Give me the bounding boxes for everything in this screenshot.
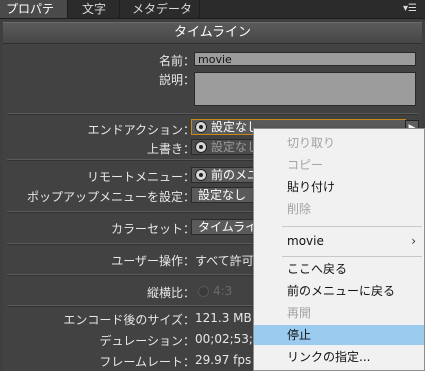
user-ops-value[interactable]: すべて許可	[195, 252, 254, 269]
tab-metadata-label: メタデータ	[132, 2, 193, 16]
end-action-value: 設定なし	[211, 120, 260, 134]
name-field[interactable]: movie	[194, 52, 416, 66]
aspect-label: 縦横比：	[146, 286, 195, 300]
color-set-value: タイムライン	[198, 220, 260, 234]
menu-item-paste[interactable]: 貼り付け	[254, 177, 424, 197]
duration-label: デュレーション：	[99, 334, 195, 348]
framerate-value: 29.97 fps	[195, 353, 252, 367]
user-ops-label: ユーザー操作：	[111, 254, 195, 268]
panel-tab-bar: プロパティ× 文字 メタデータ ▾☰	[0, 0, 425, 34]
chevron-right-icon: ›	[411, 234, 416, 248]
menu-item-movie[interactable]: movie ›	[254, 231, 424, 251]
tab-metadata[interactable]: メタデータ	[126, 0, 200, 18]
remote-menu-dropdown[interactable]: 前のメニュー	[191, 167, 261, 183]
color-set-label: カラーセット：	[110, 222, 195, 236]
menu-item-set-link[interactable]: リンクの指定...	[254, 347, 424, 367]
target-icon	[195, 168, 207, 181]
framerate-label: フレームレート：	[99, 355, 195, 369]
menu-separator	[282, 256, 422, 257]
target-icon	[195, 140, 207, 153]
menu-item-stop[interactable]: 停止	[254, 325, 424, 345]
menu-item-movie-label: movie	[287, 234, 324, 248]
menu-item-delete[interactable]: 削除	[254, 199, 424, 219]
encoded-size-value: 121.3 MB	[195, 311, 252, 325]
tab-properties[interactable]: プロパティ×	[0, 0, 68, 34]
description-field[interactable]	[194, 72, 416, 106]
menu-item-return-here[interactable]: ここへ戻る	[254, 259, 424, 279]
divider	[7, 113, 418, 115]
popup-menu-dropdown[interactable]: 設定なし	[191, 187, 261, 203]
panel-title: タイムライン	[3, 22, 422, 44]
context-menu: 切り取り コピー 貼り付け 削除 movie › ここへ戻る 前のメニューに戻る …	[253, 128, 425, 371]
description-label: 説明：	[158, 73, 195, 87]
aspect-value: 4:3	[213, 284, 233, 298]
popup-menu-value: 設定なし	[198, 188, 247, 202]
popup-menu-label: ポップアップメニューを設定：	[26, 190, 195, 204]
menu-item-cut[interactable]: 切り取り	[254, 133, 424, 153]
color-set-dropdown[interactable]: タイムライン	[191, 219, 261, 235]
aspect-option: 4:3	[198, 284, 232, 298]
remote-menu-label: リモートメニュー：	[86, 170, 195, 184]
encoded-size-label: エンコード後のサイズ：	[63, 313, 195, 327]
end-action-label: エンドアクション：	[87, 123, 195, 137]
menu-item-return-previous-menu[interactable]: 前のメニューに戻る	[254, 281, 424, 301]
tab-character-label: 文字	[82, 2, 107, 16]
target-icon	[195, 120, 207, 133]
override-value: 設定なし	[211, 140, 260, 154]
radio-icon	[198, 286, 209, 297]
menu-item-copy[interactable]: コピー	[254, 155, 424, 175]
menu-item-resume[interactable]: 再開	[254, 303, 424, 323]
menu-separator	[282, 226, 422, 227]
name-label: 名前：	[158, 54, 195, 68]
override-dropdown[interactable]: 設定なし	[191, 139, 261, 155]
override-label: 上書き：	[146, 142, 195, 156]
tab-character[interactable]: 文字	[76, 0, 120, 18]
panel-menu-icon[interactable]: ▾☰	[401, 1, 419, 17]
